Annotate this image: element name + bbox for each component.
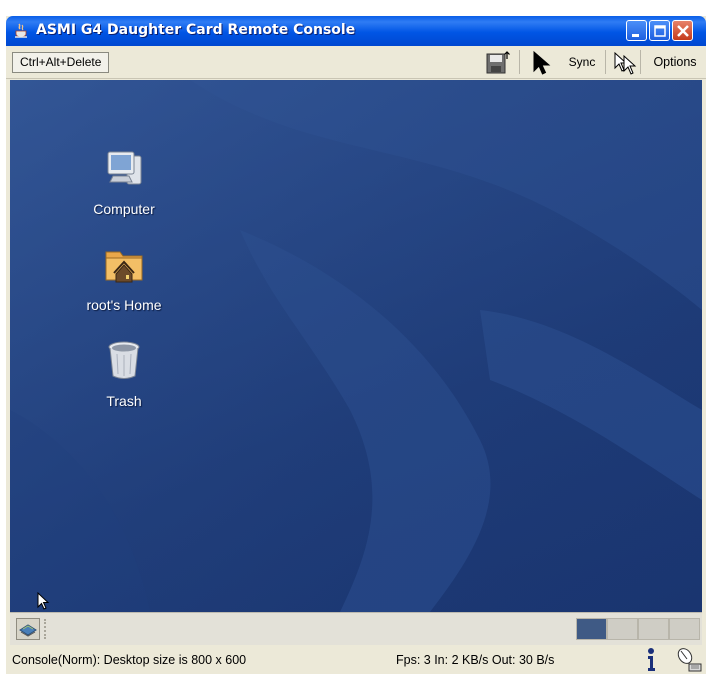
desktop-item-home[interactable]: root's Home bbox=[74, 242, 174, 313]
workspace-switcher-3[interactable] bbox=[638, 618, 669, 640]
toolbar-separator bbox=[519, 50, 520, 74]
computer-icon bbox=[107, 151, 142, 185]
toolbar-separator bbox=[640, 50, 641, 74]
home-folder-icon bbox=[105, 251, 143, 283]
show-desktop-icon bbox=[19, 624, 37, 637]
trash-icon bbox=[108, 341, 140, 379]
title-bar[interactable]: ASMI G4 Daughter Card Remote Console bbox=[6, 16, 706, 46]
mouse-pointer-icon bbox=[37, 592, 50, 610]
info-icon[interactable] bbox=[644, 645, 658, 673]
traffic-status-text: Fps: 3 In: 2 KB/s Out: 30 B/s bbox=[396, 653, 555, 667]
remote-panel bbox=[10, 612, 702, 645]
toolbar: Ctrl+Alt+Delete Sync Options bbox=[6, 46, 706, 79]
console-status-text: Console(Norm): Desktop size is 800 x 600 bbox=[12, 653, 247, 667]
workspace-switcher-4[interactable] bbox=[669, 618, 700, 640]
maximize-icon bbox=[654, 25, 666, 37]
desktop-item-trash[interactable]: Trash bbox=[74, 338, 174, 409]
minimize-button[interactable] bbox=[626, 20, 647, 41]
close-button[interactable] bbox=[672, 20, 693, 41]
desktop-item-label: root's Home bbox=[86, 297, 162, 313]
workspace-switcher-1[interactable] bbox=[576, 618, 607, 640]
floppy-disk-icon[interactable] bbox=[486, 51, 512, 75]
desktop-item-computer[interactable]: Computer bbox=[74, 146, 174, 217]
remote-desktop[interactable]: Computer root's Home Trash bbox=[10, 80, 702, 612]
show-desktop-button[interactable] bbox=[16, 618, 40, 640]
window-title: ASMI G4 Daughter Card Remote Console bbox=[36, 22, 356, 38]
minimize-icon bbox=[632, 34, 639, 37]
mouse-keyboard-icon[interactable] bbox=[674, 645, 702, 673]
close-icon bbox=[677, 25, 689, 37]
sync-button[interactable]: Sync bbox=[560, 50, 604, 74]
status-bar: Console(Norm): Desktop size is 800 x 600… bbox=[10, 645, 702, 674]
workspace-switcher-2[interactable] bbox=[607, 618, 638, 640]
options-button[interactable]: Options bbox=[646, 50, 704, 74]
java-app-icon bbox=[15, 23, 27, 38]
desktop-item-label: Computer bbox=[93, 201, 155, 217]
panel-grip bbox=[44, 619, 50, 639]
ctrl-alt-delete-button[interactable]: Ctrl+Alt+Delete bbox=[12, 52, 110, 73]
desktop-item-label: Trash bbox=[106, 393, 142, 409]
dual-cursor-icon[interactable] bbox=[612, 51, 638, 75]
maximize-button[interactable] bbox=[649, 20, 670, 41]
toolbar-separator bbox=[605, 50, 606, 74]
local-cursor-icon[interactable] bbox=[530, 50, 554, 76]
